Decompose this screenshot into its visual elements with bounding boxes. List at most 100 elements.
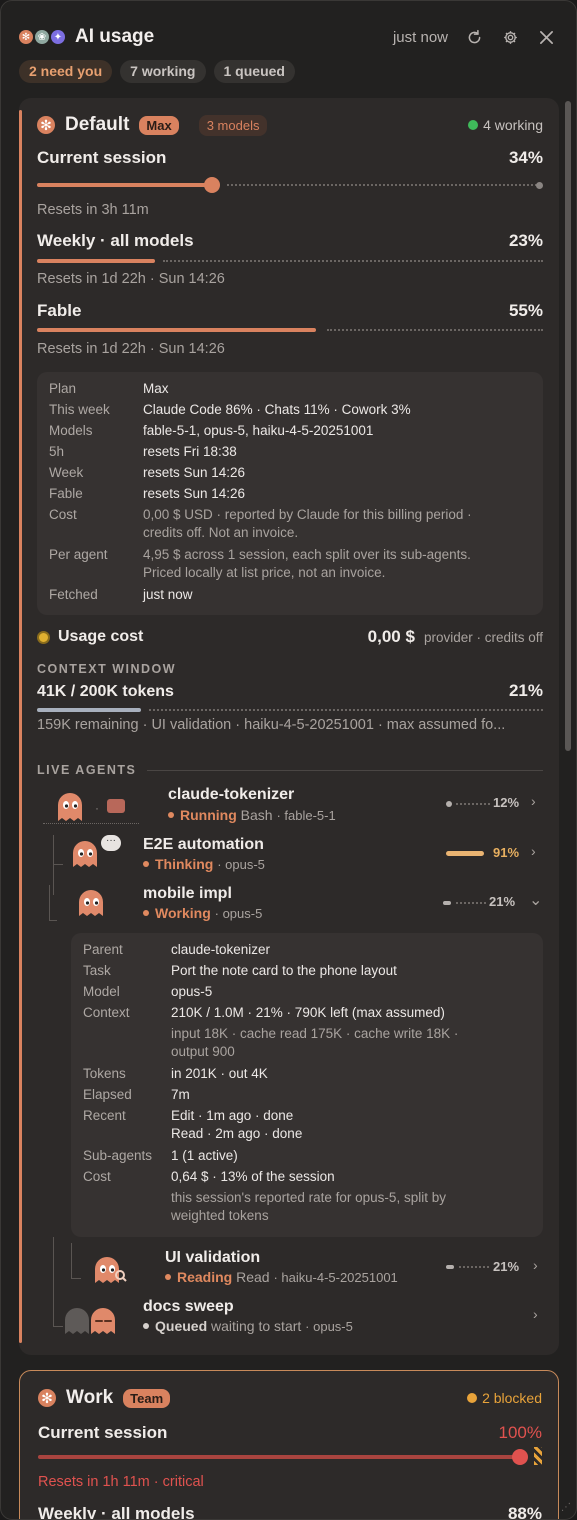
current-session-bar <box>37 177 543 193</box>
this-week-value: Claude Code 86% · Chats 11% · Cowork 3% <box>143 402 411 417</box>
models-badge[interactable]: 3 models <box>198 114 268 136</box>
plan-badge: Max <box>139 115 179 135</box>
refresh-icon[interactable] <box>464 27 484 47</box>
current-session-reset: Resets in 1h 11m · critical <box>38 1474 204 1490</box>
close-icon[interactable] <box>536 27 556 47</box>
usage-cost-value: 0,00 $ <box>367 627 415 646</box>
chip-queued[interactable]: 1 queued <box>213 60 295 83</box>
limit-marker-icon <box>534 1447 542 1465</box>
current-session-bar <box>38 1447 542 1465</box>
bar-end-dot <box>536 182 543 189</box>
agent-state: Running <box>180 807 237 823</box>
status-dot-icon <box>143 910 149 916</box>
mini-bar-fill <box>446 851 484 856</box>
provider-logos: ✻ ❀ ✦ <box>19 30 65 44</box>
account-card-work: ✻ Work Team 2 blocked Current session 10… <box>19 1370 559 1520</box>
working-status: 4 working <box>468 117 543 133</box>
elapsed-label: Elapsed <box>83 1087 132 1102</box>
chip-working[interactable]: 7 working <box>120 60 206 83</box>
fable-bar <box>37 324 543 336</box>
per-agent-label: Per agent <box>49 547 108 562</box>
chevron-right-icon[interactable]: › <box>533 1306 538 1322</box>
status-dot-icon <box>165 1274 171 1280</box>
context-detail: 159K remaining · UI validation · haiku-4… <box>37 717 506 733</box>
weekly-pct: 88% <box>507 1504 542 1520</box>
agent-model: · fable-5-1 <box>276 808 336 823</box>
current-session-label: Current session <box>38 1423 168 1442</box>
resize-grip-icon[interactable]: ⋰ <box>561 1502 571 1513</box>
weekly-pct: 23% <box>508 231 543 250</box>
agent-tool: Bash <box>240 807 273 823</box>
current-session-pct: 34% <box>508 148 543 167</box>
claude-star-icon: ✻ <box>37 116 55 134</box>
current-session-reset: Resets in 3h 11m <box>37 202 149 218</box>
models-label: Models <box>49 423 93 438</box>
weekly-row: Weekly · all models 88% <box>38 1504 542 1520</box>
agent-pct: 12% <box>493 795 520 810</box>
bar-fill <box>38 1455 514 1459</box>
chevron-right-icon[interactable]: › <box>531 843 536 859</box>
weekly-label: Weekly · all models <box>38 1504 195 1520</box>
tokens-value: in 201K · out 4K <box>171 1066 268 1081</box>
agent-state: Working <box>155 905 211 921</box>
chevron-right-icon[interactable]: › <box>531 793 536 809</box>
agent-model: · opus-5 <box>217 857 265 872</box>
status-dot-icon <box>143 861 149 867</box>
sub-agents-value: 1 (1 active) <box>171 1148 238 1163</box>
cost-value: 0,64 $ · 13% of the session <box>171 1169 335 1184</box>
mini-bar-track <box>459 1266 489 1268</box>
chevron-right-icon[interactable]: › <box>533 1257 538 1273</box>
chip-need-you[interactable]: 2 need you <box>19 60 113 83</box>
agent-row-docs-sweep[interactable]: docs sweep Queued waiting to start · opu… <box>19 1298 543 1346</box>
task-value: Port the note card to the phone layout <box>171 963 397 978</box>
models-value: fable-5-1, opus-5, haiku-4-5-20251001 <box>143 423 374 438</box>
cost-note-2: weighted tokens <box>171 1208 269 1223</box>
bar-track <box>163 260 543 262</box>
scrollbar[interactable] <box>565 101 571 751</box>
mini-bar-fill <box>446 801 452 807</box>
context-window-heading: CONTEXT WINDOW <box>37 662 177 676</box>
weekly-row: Weekly · all models 23% <box>37 231 543 251</box>
parent-label: Parent <box>83 942 123 957</box>
agent-status: Running Bash · fable-5-1 <box>168 807 336 823</box>
gemini-logo-icon: ✦ <box>51 30 65 44</box>
ghost-avatar-sleeping-icon <box>89 1306 119 1341</box>
agent-row-ui-validation[interactable]: UI validation Reading Read · haiku-4-5-2… <box>19 1249 543 1297</box>
bar-fill <box>37 259 155 263</box>
context-breakdown-2: output 900 <box>171 1044 235 1059</box>
agent-status: Working · opus-5 <box>143 905 262 921</box>
recent-label: Recent <box>83 1108 126 1123</box>
agent-name: mobile impl <box>143 885 232 902</box>
current-session-pct: 100% <box>498 1423 542 1442</box>
agent-name: claude-tokenizer <box>168 786 295 803</box>
agent-row-claude-tokenizer[interactable]: · claude-tokenizer Running Bash · fable-… <box>19 785 543 833</box>
chevron-down-icon[interactable]: ⌄ <box>529 890 542 910</box>
cost-label: Cost <box>83 1169 111 1184</box>
agent-row-mobile-impl[interactable]: mobile impl Working · opus-5 21% ⌄ <box>19 884 543 932</box>
context-tokens: 41K / 200K tokens <box>37 683 174 700</box>
5h-label: 5h <box>49 444 65 459</box>
status-dot-icon <box>168 812 174 818</box>
cost-value-line2: credits off. Not an invoice. <box>143 525 299 540</box>
ai-usage-window: ✻ ❀ ✦ AI usage just now 2 need you 7 wor… <box>0 0 577 1520</box>
per-agent-line1: 4,95 $ across 1 session, each split over… <box>143 547 471 562</box>
cost-value-line1: 0,00 $ USD · reported by Claude for this… <box>143 507 472 522</box>
model-value: opus-5 <box>171 984 213 999</box>
settings-gear-icon[interactable] <box>500 27 520 47</box>
last-updated: just now <box>392 28 448 46</box>
mini-bar-track <box>456 803 490 805</box>
working-count: 4 working <box>483 117 543 133</box>
usage-cost-label: Usage cost <box>58 628 144 645</box>
context-breakdown-1: input 18K · cache read 175K · cache writ… <box>171 1026 459 1041</box>
cost-note-1: this session's reported rate for opus-5,… <box>171 1190 446 1205</box>
plan-label: Plan <box>49 381 77 396</box>
context-bar <box>37 704 543 716</box>
parent-value: claude-tokenizer <box>171 942 271 957</box>
recent-value-2: Read · 2m ago · done <box>171 1126 303 1141</box>
agent-row-e2e-automation[interactable]: ··· E2E automation Thinking · opus-5 91%… <box>19 835 543 883</box>
week-reset-label: Week <box>49 465 84 480</box>
thinking-bubble-icon: ··· <box>101 835 121 851</box>
fable-label: Fable <box>37 301 82 320</box>
header: ✻ ❀ ✦ AI usage just now <box>19 21 556 53</box>
ghost-avatar-icon <box>71 839 103 874</box>
